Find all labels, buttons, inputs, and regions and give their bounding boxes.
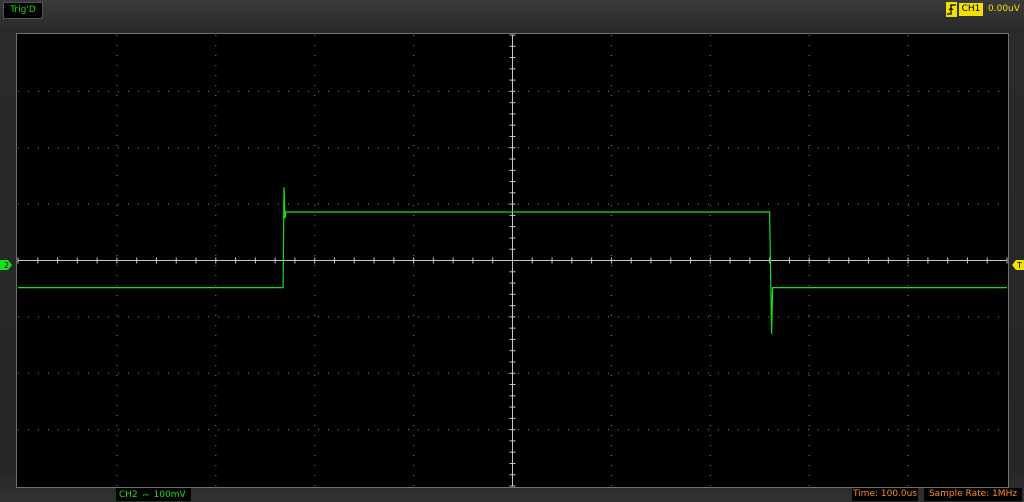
trigger-channel-badge[interactable]: CH1 (959, 3, 983, 16)
volts-per-div: 100mV (153, 490, 186, 500)
trigger-time-marker[interactable]: T (1012, 255, 1024, 270)
svg-text:T: T (1016, 261, 1022, 270)
trigger-status-label: Trig'D (3, 2, 43, 19)
oscilloscope-app: Trig'D CH1 0.00uV 2 T CH2 ⎓ 100mV Time: … (0, 0, 1024, 502)
channel-label: CH2 (119, 490, 138, 500)
channel-2-settings[interactable]: CH2 ⎓ 100mV (116, 488, 191, 501)
waveform-plot (17, 34, 1008, 487)
svg-text:2: 2 (4, 261, 9, 270)
bottom-status-bar: CH2 ⎓ 100mV Time: 100.0us Sample Rate: 1… (0, 488, 1024, 502)
top-status-bar: Trig'D CH1 0.00uV (0, 0, 1024, 20)
sample-rate-readout: Sample Rate: 1MHz (924, 488, 1022, 501)
rising-edge-icon[interactable] (946, 2, 957, 17)
dc-coupling-icon: ⎓ (142, 490, 149, 499)
timebase-readout[interactable]: Time: 100.0us (852, 488, 918, 501)
channel-2-level-marker[interactable]: 2 (0, 255, 12, 270)
trigger-level-readout: 0.00uV (988, 4, 1020, 14)
